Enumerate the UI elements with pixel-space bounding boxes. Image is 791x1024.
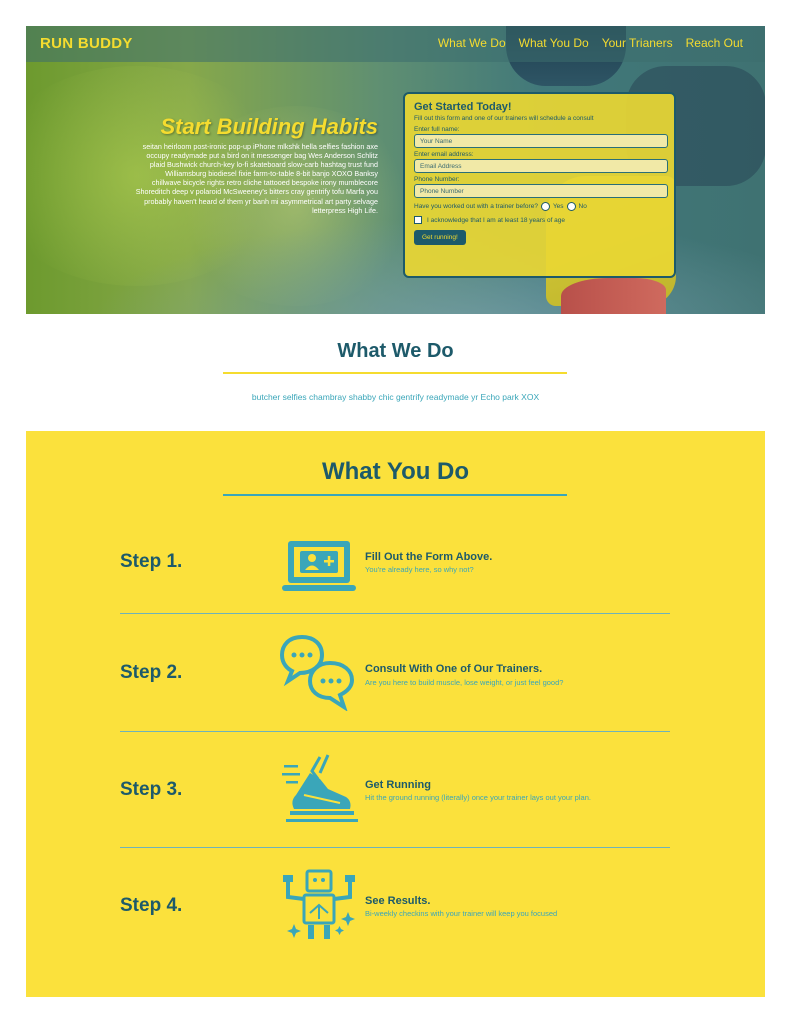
laptop-user-icon <box>282 541 356 591</box>
radio-no[interactable] <box>566 202 576 211</box>
acknowledge-row: I acknowledge that I am at least 18 year… <box>414 216 665 224</box>
step-divider <box>120 847 670 848</box>
step-heading: Get Running <box>365 779 431 791</box>
strong-robot-icon <box>283 869 355 939</box>
signup-form: Get Started Today! Fill out this form an… <box>403 92 676 278</box>
step-item: Step 4. See Results. Bi-weekly checkins … <box>120 867 670 947</box>
nav-link-reach-out[interactable]: Reach Out <box>686 36 743 50</box>
step-divider <box>120 731 670 732</box>
what-we-do-text: butcher selfies chambray shabby chic gen… <box>251 392 540 402</box>
step-heading: Fill Out the Form Above. <box>365 551 493 563</box>
step-item: Step 1. Fill Out the Form Above. You're … <box>120 529 670 599</box>
what-we-do-title: What We Do <box>337 340 454 362</box>
step-label: Step 1. <box>120 551 183 572</box>
form-subtitle: Fill out this form and one of our traine… <box>414 115 594 122</box>
step-item: Step 3. Get Running Hit the ground runni… <box>120 751 670 831</box>
brand-logo[interactable]: RUN BUDDY <box>40 35 133 52</box>
name-input[interactable]: Your Name <box>414 134 668 148</box>
phone-label: Phone Number: <box>414 176 460 183</box>
step-divider <box>120 613 670 614</box>
hero-runner-shoe <box>561 278 666 314</box>
step-label: Step 3. <box>120 779 183 800</box>
phone-input[interactable]: Phone Number <box>414 184 668 198</box>
step-description: Hit the ground running (literally) once … <box>365 793 591 802</box>
step-description: Bi-weekly checkins with your trainer wil… <box>365 909 558 918</box>
what-you-do-title: What You Do <box>321 458 470 485</box>
radio-yes[interactable] <box>540 202 550 211</box>
form-title: Get Started Today! <box>414 101 512 113</box>
step-label: Step 4. <box>120 895 183 916</box>
name-label: Enter full name: <box>414 126 460 133</box>
radio-no-label: No <box>578 203 587 210</box>
trainer-question: Have you worked out with a trainer befor… <box>414 203 538 210</box>
hero-description: seitan heirloom post-ironic pop-up iPhon… <box>135 142 378 215</box>
nav-links: What We Do What You Do Your Trianers Rea… <box>438 36 743 50</box>
step-heading: See Results. <box>365 895 431 907</box>
trainer-question-row: Have you worked out with a trainer befor… <box>414 202 665 211</box>
step-item: Step 2. Consult With One of Our Trainers… <box>120 633 670 713</box>
email-label: Enter email address: <box>414 151 474 158</box>
top-nav: RUN BUDDY What We Do What You Do Your Tr… <box>26 26 765 62</box>
nav-link-what-you-do[interactable]: What You Do <box>519 36 589 50</box>
acknowledge-checkbox[interactable] <box>414 216 422 224</box>
step-heading: Consult With One of Our Trainers. <box>365 663 543 675</box>
acknowledge-label: I acknowledge that I am at least 18 year… <box>427 216 566 224</box>
nav-link-your-trainers[interactable]: Your Trianers <box>602 36 673 50</box>
what-you-do-section: What You Do Step 1. Fill Out the Form Ab… <box>26 431 765 997</box>
chat-bubbles-icon <box>280 634 355 711</box>
step-description: You're already here, so why not? <box>365 565 474 574</box>
what-we-do-divider <box>223 372 567 374</box>
hero-section: RUN BUDDY What We Do What You Do Your Tr… <box>26 26 765 314</box>
what-you-do-divider <box>223 494 567 496</box>
radio-yes-label: Yes <box>552 203 564 210</box>
hero-title: Start Building Habits <box>160 114 378 139</box>
running-shoe-icon <box>282 754 358 822</box>
step-description: Are you here to build muscle, lose weigh… <box>365 678 564 687</box>
nav-link-what-we-do[interactable]: What We Do <box>438 36 506 50</box>
email-input[interactable]: Email Address <box>414 159 668 173</box>
step-label: Step 2. <box>120 662 183 683</box>
submit-button[interactable]: Get running! <box>414 230 466 245</box>
